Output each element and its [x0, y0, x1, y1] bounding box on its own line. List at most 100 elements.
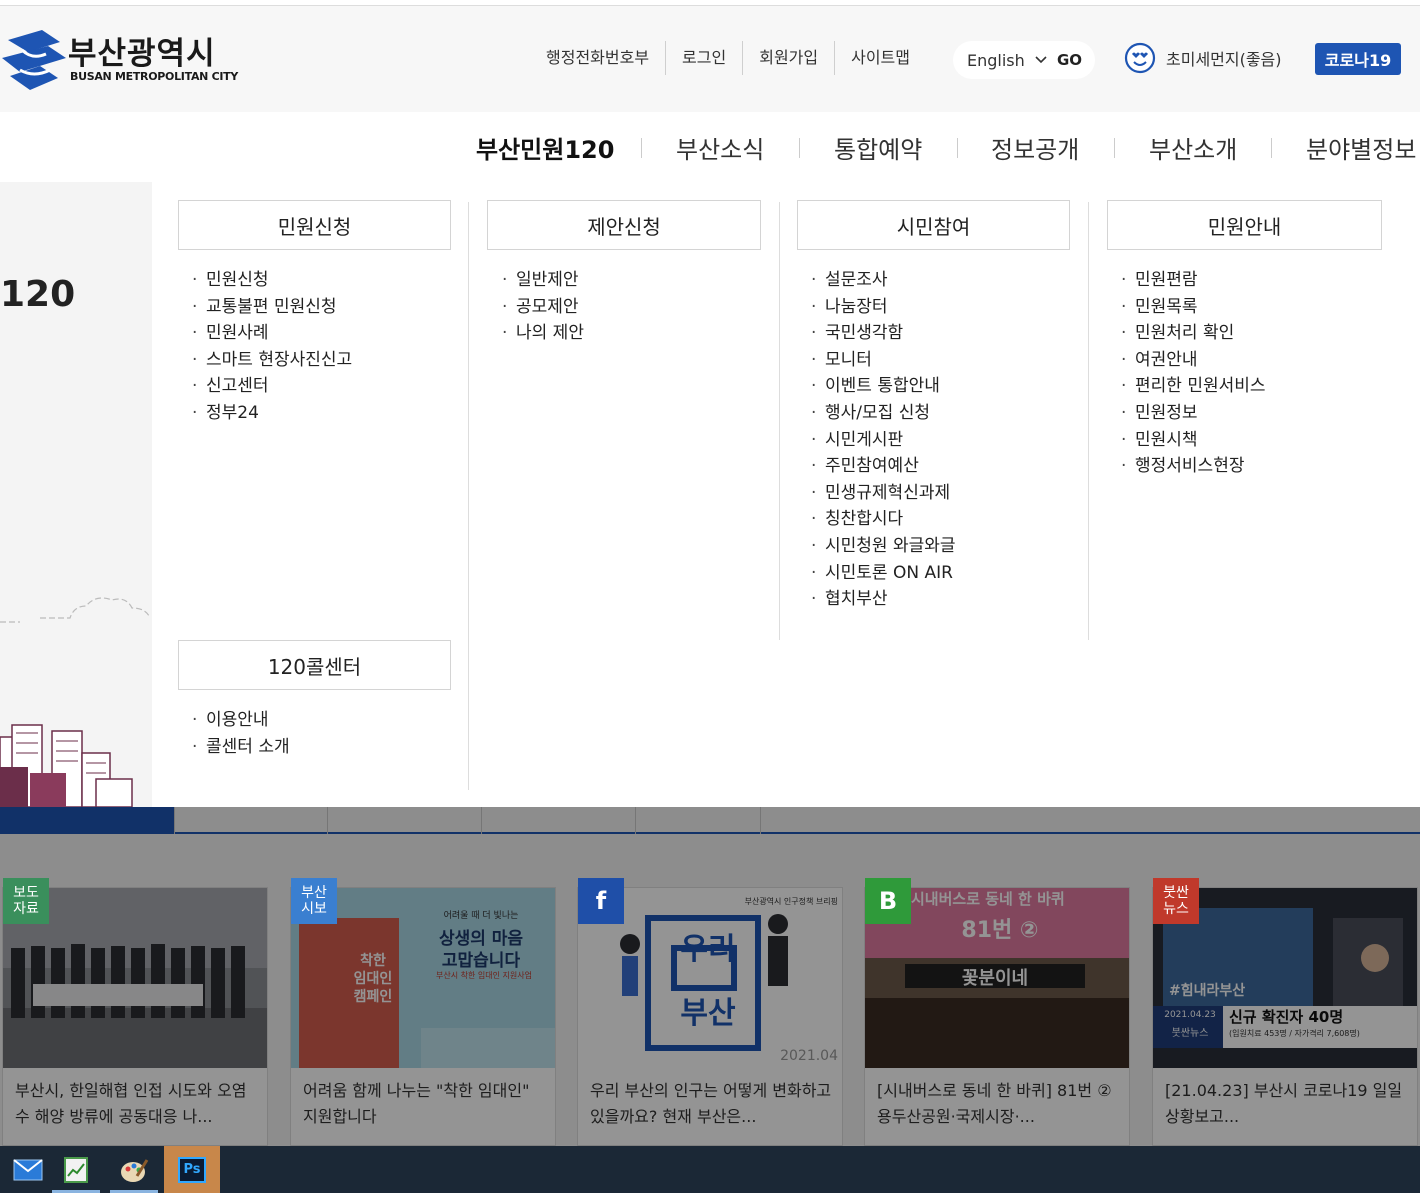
- image-date: 2021.04.23: [1164, 1010, 1216, 1020]
- photoshop-app-button[interactable]: Ps: [164, 1146, 220, 1193]
- news-section: 보도 자료 부산시, 한일해협 인접 시도와 오염수 해양 방류에 공동대응 나…: [0, 807, 1420, 1146]
- gnb-item-reservation[interactable]: 통합예약: [834, 130, 922, 165]
- menu-item[interactable]: 민생규제혁신과제: [811, 480, 956, 507]
- poster-text-main-2: 고맙습니다: [441, 951, 521, 971]
- logo-korean-text: 부산광역시: [68, 36, 216, 72]
- menu-item[interactable]: 나의 제안: [502, 320, 584, 347]
- menu-item[interactable]: 민원목록: [1121, 294, 1266, 321]
- news-card[interactable]: 붓싼 뉴스 #힘내라부산 2021.04.23 붓싼뉴스 신규 확진자 40명 …: [1152, 878, 1418, 1146]
- news-card-title[interactable]: [시내버스로 동네 한 바퀴] 81번 ② 용두산공원·국제시장·...: [877, 1078, 1121, 1132]
- news-card-badge: 보도 자료: [3, 878, 49, 924]
- menu-item[interactable]: 편리한 민원서비스: [1121, 373, 1266, 400]
- menu-item[interactable]: 스마트 현장사진신고: [192, 347, 352, 374]
- news-card[interactable]: 보도 자료 부산시, 한일해협 인접 시도와 오염수 해양 방류에 공동대응 나…: [2, 878, 268, 1146]
- utility-links: 행정전화번호부 로그인 회원가입 사이트맵: [530, 40, 926, 76]
- news-card-title[interactable]: 어려움 함께 나누는 "착한 임대인" 지원합니다: [303, 1078, 547, 1132]
- image-word-busan: 부산: [680, 996, 736, 1031]
- menu-head-participation[interactable]: 시민참여: [797, 200, 1070, 250]
- menu-item[interactable]: 설문조사: [811, 267, 956, 294]
- menu-item[interactable]: 이벤트 통합안내: [811, 373, 956, 400]
- gnb-divider: [1114, 138, 1115, 158]
- image-shop-sign: 꽃분이네: [961, 968, 1029, 989]
- fine-dust-status[interactable]: 초미세먼지(좋음): [1124, 42, 1282, 74]
- menu-item[interactable]: 교통불편 민원신청: [192, 294, 352, 321]
- poster-label-1: 착한: [360, 953, 386, 969]
- image-bus-number: 81번 ②: [961, 918, 1039, 943]
- mega-menu-panel: 민원신청 민원신청 교통불편 민원신청 민원사례 스마트 현장사진신고 신고센터…: [152, 182, 1420, 807]
- news-card-title[interactable]: [21.04.23] 부산시 코로나19 일일상황보고...: [1165, 1078, 1409, 1132]
- photoshop-icon-label: Ps: [183, 1162, 201, 1177]
- news-card-title[interactable]: 우리 부산의 인구는 어떻게 변화하고 있을까요? 현재 부산은...: [590, 1078, 834, 1132]
- gnb-item-news[interactable]: 부산소식: [676, 130, 764, 165]
- paint-icon: [121, 1158, 149, 1182]
- news-tab[interactable]: [482, 807, 636, 834]
- image-subline: (입원치료 453명 / 자가격리 7,608명): [1229, 1029, 1360, 1038]
- os-taskbar: Ps: [0, 1146, 1420, 1193]
- menu-item[interactable]: 나눔장터: [811, 294, 956, 321]
- menu-item[interactable]: 행정서비스현장: [1121, 453, 1266, 480]
- busan-logo[interactable]: 부산광역시 BUSAN METROPOLITAN CITY: [0, 28, 238, 92]
- news-tab-active[interactable]: [0, 807, 175, 834]
- menu-item[interactable]: 시민청원 와글와글: [811, 533, 956, 560]
- menu-head-proposal[interactable]: 제안신청: [487, 200, 761, 250]
- menu-item[interactable]: 시민게시판: [811, 427, 956, 454]
- menu-item[interactable]: 민원편람: [1121, 267, 1266, 294]
- menu-item[interactable]: 정부24: [192, 400, 352, 427]
- news-card-badge: 붓싼 뉴스: [1153, 878, 1199, 924]
- language-select[interactable]: English GO: [953, 41, 1095, 79]
- gnb-divider: [799, 138, 800, 158]
- menu-item[interactable]: 주민참여예산: [811, 453, 956, 480]
- menu-item[interactable]: 공모제안: [502, 294, 584, 321]
- image-word-uri: 우리: [680, 932, 736, 967]
- menu-head-civil-apply[interactable]: 민원신청: [178, 200, 451, 250]
- language-value[interactable]: English: [967, 51, 1031, 70]
- gnb-item-civil-120[interactable]: 부산민원120: [476, 130, 614, 165]
- menu-item[interactable]: 이용안내: [192, 707, 290, 734]
- menu-item[interactable]: 협치부산: [811, 586, 956, 613]
- image-caption-small: 부산광역시 인구정책 브리핑: [744, 897, 838, 906]
- gnb-item-field-info[interactable]: 분야별정보: [1306, 130, 1416, 165]
- menu-item[interactable]: 민원정보: [1121, 400, 1266, 427]
- fine-dust-text: 초미세먼지(좋음): [1166, 50, 1282, 69]
- news-card-title[interactable]: 부산시, 한일해협 인접 시도와 오염수 해양 방류에 공동대응 나...: [15, 1078, 259, 1132]
- news-card[interactable]: B 시내버스로 동네 한 바퀴 81번 ② 꽃분이네 [시내버스로 동네 한 바…: [864, 878, 1130, 1146]
- gnb-item-about[interactable]: 부산소개: [1149, 130, 1237, 165]
- poster-sub-text: 부산시 착한 임대인 지원사업: [436, 971, 532, 980]
- mail-icon: [13, 1158, 43, 1180]
- menu-item[interactable]: 시민토론 ON AIR: [811, 560, 956, 587]
- paint-app-button[interactable]: [106, 1146, 162, 1193]
- city-buildings-illustration: [0, 724, 133, 807]
- news-tab[interactable]: [636, 807, 761, 834]
- menu-item[interactable]: 민원시책: [1121, 427, 1266, 454]
- menu-head-call-center[interactable]: 120콜센터: [178, 640, 451, 690]
- menu-item[interactable]: 국민생각함: [811, 320, 956, 347]
- news-card[interactable]: 부산 시보 어려울 때 더 빛나는 상생의 마음 고맙습니다 착한 임대인 캠페…: [290, 878, 556, 1146]
- menu-item[interactable]: 여권안내: [1121, 347, 1266, 374]
- image-title: 시내버스로 동네 한 바퀴: [911, 890, 1065, 908]
- menu-item[interactable]: 민원신청: [192, 267, 352, 294]
- menu-head-civil-guide[interactable]: 민원안내: [1107, 200, 1382, 250]
- menu-list-call-center: 이용안내 콜센터 소개: [192, 707, 290, 760]
- column-divider: [779, 202, 780, 640]
- menu-item[interactable]: 콜센터 소개: [192, 734, 290, 761]
- menu-item[interactable]: 신고센터: [192, 373, 352, 400]
- news-tab[interactable]: [328, 807, 482, 834]
- spreadsheet-app-button[interactable]: [48, 1146, 104, 1193]
- news-card[interactable]: f 부산광역시 인구정책 브리핑 우리 부산 2021.04 우리 부산의 인구…: [577, 878, 843, 1146]
- phonebook-link[interactable]: 행정전화번호부: [530, 41, 667, 75]
- menu-item[interactable]: 민원사례: [192, 320, 352, 347]
- menu-item[interactable]: 칭찬합시다: [811, 506, 956, 533]
- menu-item[interactable]: 일반제안: [502, 267, 584, 294]
- language-go-button[interactable]: GO: [1057, 51, 1082, 69]
- gnb-item-disclosure[interactable]: 정보공개: [991, 130, 1079, 165]
- signup-link[interactable]: 회원가입: [743, 41, 836, 75]
- menu-item[interactable]: 행사/모집 신청: [811, 400, 956, 427]
- covid19-button[interactable]: 코로나19: [1315, 43, 1401, 75]
- sitemap-link[interactable]: 사이트맵: [835, 41, 926, 75]
- column-divider: [468, 202, 469, 790]
- menu-item[interactable]: 모니터: [811, 347, 956, 374]
- menu-item[interactable]: 민원처리 확인: [1121, 320, 1266, 347]
- chevron-down-icon: [1035, 56, 1047, 64]
- login-link[interactable]: 로그인: [666, 41, 744, 75]
- news-tab[interactable]: [175, 807, 328, 834]
